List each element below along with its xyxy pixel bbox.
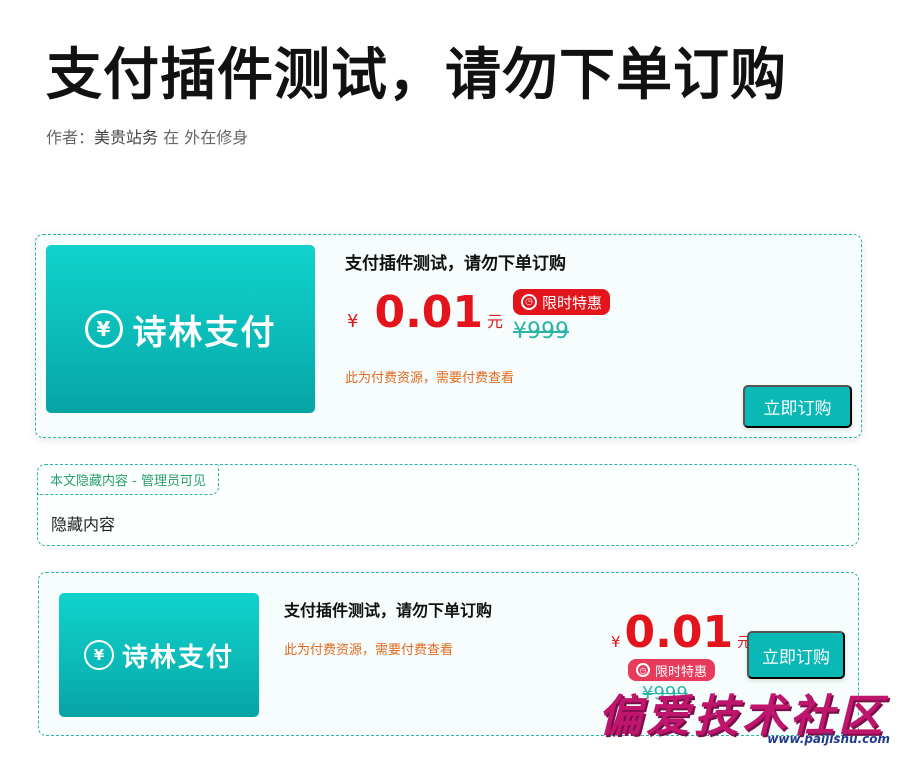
hidden-content-box: 本文隐藏内容 - 管理员可见 隐藏内容	[37, 464, 859, 546]
price-currency-symbol: ¥	[347, 311, 359, 332]
product-card: ¥ 诗林支付 支付插件测试，请勿下单订购 ¥ 0.01 元 ◷ 限时特惠 ¥99…	[35, 234, 862, 438]
watermark-url: www.paijishu.com	[767, 732, 890, 746]
limited-offer-badge: ◷ 限时特惠	[513, 289, 611, 315]
badge-label: 限时特惠	[542, 293, 603, 312]
paid-resource-note: 此为付费资源，需要付费查看	[284, 643, 454, 658]
product-title: 支付插件测试，请勿下单订购	[284, 601, 493, 620]
alarm-clock-icon: ◷	[521, 294, 537, 310]
product-title: 支付插件测试，请勿下单订购	[345, 254, 566, 274]
site-watermark: 偏爱技术社区 www.paijishu.com	[598, 680, 894, 760]
limited-offer-badge: ◷ 限时特惠	[628, 659, 716, 681]
price-currency-symbol: ¥	[611, 633, 621, 651]
alarm-clock-icon: ◷	[636, 663, 650, 677]
byline-prefix: 作者：	[46, 128, 95, 147]
product-thumbnail[interactable]: ¥ 诗林支付	[59, 593, 259, 717]
product-thumbnail[interactable]: ¥ 诗林支付	[46, 245, 315, 413]
buy-now-button[interactable]: 立即订购	[743, 385, 852, 428]
yen-circle-icon: ¥	[84, 310, 123, 348]
page-title: 支付插件测试，请勿下单订购	[46, 43, 787, 108]
thumbnail-logo-text: 诗林支付	[132, 312, 277, 353]
yen-circle-icon: ¥	[83, 640, 114, 670]
price-value: 0.01	[624, 607, 734, 658]
thumbnail-logo-text: 诗林支付	[121, 642, 234, 673]
author-link[interactable]: 美贵站务	[94, 128, 158, 147]
price-row: ¥ 0.01 元	[611, 611, 751, 655]
price-value: 0.01	[374, 287, 484, 338]
byline: 作者：美贵站务 在 外在修身	[46, 124, 248, 148]
original-price: ¥999	[513, 319, 569, 344]
byline-suffix: 在 外在修身	[163, 128, 249, 147]
hidden-content-text: 隐藏内容	[51, 515, 116, 534]
paid-resource-note: 此为付费资源，需要付费查看	[345, 371, 515, 386]
badge-label: 限时特惠	[655, 664, 708, 680]
buy-now-button[interactable]: 立即订购	[747, 631, 845, 679]
hidden-content-tab: 本文隐藏内容 - 管理员可见	[38, 465, 219, 495]
price-row: ¥ 0.01 元	[347, 291, 503, 335]
price-unit: 元	[487, 312, 504, 331]
